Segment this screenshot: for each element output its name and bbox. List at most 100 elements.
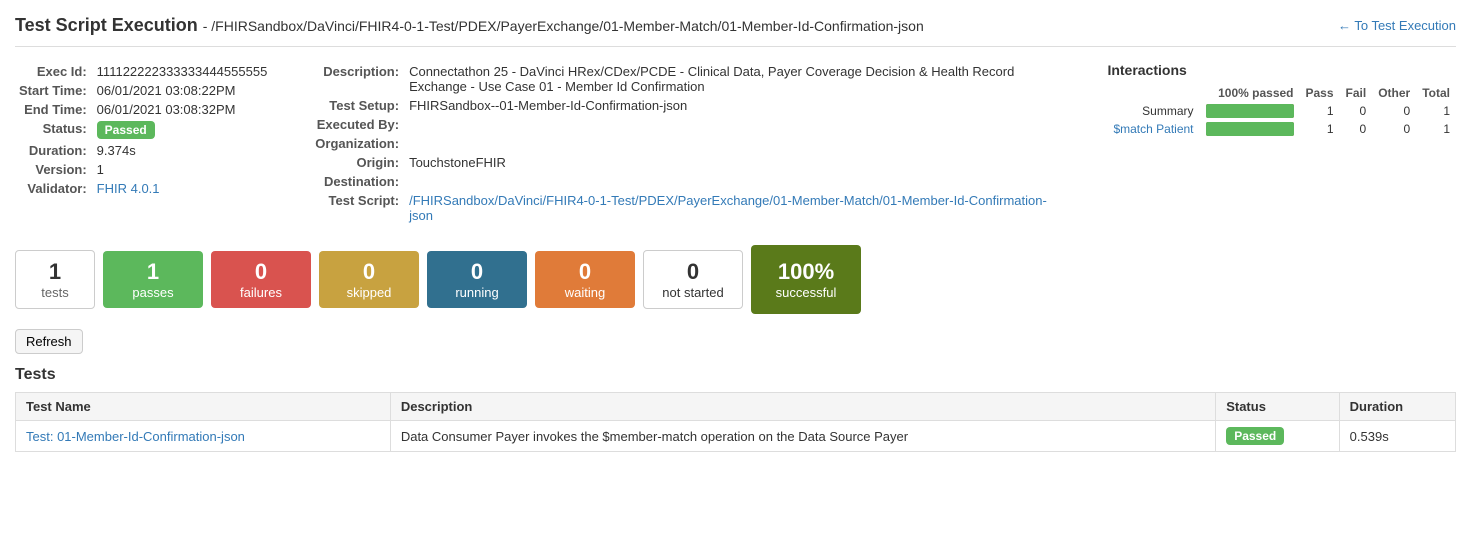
duration-value: 9.374s xyxy=(91,141,272,160)
version-value: 1 xyxy=(91,160,272,179)
to-test-execution-link[interactable]: To Test Execution xyxy=(1338,18,1456,33)
refresh-button[interactable]: Refresh xyxy=(15,329,83,354)
title-path: - /FHIRSandbox/DaVinci/FHIR4-0-1-Test/PD… xyxy=(203,18,924,34)
test-script-label: Test Script: xyxy=(311,191,403,225)
test-name-link[interactable]: Test: 01-Member-Id-Confirmation-json xyxy=(26,429,245,444)
tests-table: Test Name Description Status Duration Te… xyxy=(15,392,1456,452)
status-badge: Passed xyxy=(1226,427,1284,445)
stat-not-started-box: 0 not started xyxy=(643,250,743,309)
stat-passes-box: 1 passes xyxy=(103,251,203,308)
interactions-col-pass: Pass xyxy=(1300,84,1340,102)
col-duration: Duration xyxy=(1339,393,1455,421)
duration-row: Duration: 9.374s xyxy=(15,141,271,160)
stats-row: 1 tests 1 passes 0 failures 0 skipped 0 … xyxy=(15,245,1456,314)
test-setup-value: FHIRSandbox--01-Member-Id-Confirmation-j… xyxy=(403,96,1067,115)
origin-label: Origin: xyxy=(311,153,403,172)
skipped-number: 0 xyxy=(335,259,403,285)
status-row: Status: Passed xyxy=(15,119,271,141)
tests-header-row: Test Name Description Status Duration xyxy=(16,393,1456,421)
interactions-row-1: $match Patient1001 xyxy=(1107,120,1456,138)
meta-left: Exec Id: 111122222333333444555555 Start … xyxy=(15,62,271,225)
result-label: successful xyxy=(771,285,841,300)
interactions-fail: 0 xyxy=(1340,102,1373,120)
progress-bar-cell xyxy=(1200,102,1300,120)
test-duration-cell: 0.539s xyxy=(1339,421,1455,452)
stat-waiting-box: 0 waiting xyxy=(535,251,635,308)
status-value: Passed xyxy=(91,119,272,141)
end-time-row: End Time: 06/01/2021 03:08:32PM xyxy=(15,100,271,119)
validator-link[interactable]: FHIR 4.0.1 xyxy=(97,181,160,196)
interactions-col-total: Total xyxy=(1416,84,1456,102)
organization-row: Organization: xyxy=(311,134,1067,153)
interactions-table: 100% passed Pass Fail Other Total Summar… xyxy=(1107,84,1456,138)
exec-id-label: Exec Id: xyxy=(15,62,91,81)
validator-value: FHIR 4.0.1 xyxy=(91,179,272,198)
end-time-label: End Time: xyxy=(15,100,91,119)
tests-label: tests xyxy=(32,285,78,300)
patient-link[interactable]: Patient xyxy=(1156,122,1193,136)
passes-number: 1 xyxy=(119,259,187,285)
running-number: 0 xyxy=(443,259,511,285)
waiting-number: 0 xyxy=(551,259,619,285)
meta-center: Description: Connectathon 25 - DaVinci H… xyxy=(311,62,1067,225)
destination-value xyxy=(403,172,1067,191)
interactions-col-other: Other xyxy=(1372,84,1416,102)
origin-row: Origin: TouchstoneFHIR xyxy=(311,153,1067,172)
executed-by-row: Executed By: xyxy=(311,115,1067,134)
interactions-col-label xyxy=(1107,84,1199,102)
smatch-link[interactable]: $match xyxy=(1113,122,1152,136)
validator-row: Validator: FHIR 4.0.1 xyxy=(15,179,271,198)
interactions-row-0: Summary1001 xyxy=(1107,102,1456,120)
interactions-total: 1 xyxy=(1416,120,1456,138)
description-row: Description: Connectathon 25 - DaVinci H… xyxy=(311,62,1067,96)
interactions-other: 0 xyxy=(1372,120,1416,138)
page-title-text: Test Script Execution - /FHIRSandbox/DaV… xyxy=(15,15,924,35)
failures-label: failures xyxy=(227,285,295,300)
tests-section: Tests Test Name Description Status Durat… xyxy=(15,366,1456,452)
organization-value xyxy=(403,134,1067,153)
col-test-name: Test Name xyxy=(16,393,391,421)
interactions-pass: 1 xyxy=(1300,120,1340,138)
version-row: Version: 1 xyxy=(15,160,271,179)
passes-label: passes xyxy=(119,285,187,300)
not-started-number: 0 xyxy=(660,259,726,285)
start-time-label: Start Time: xyxy=(15,81,91,100)
validator-label: Validator: xyxy=(15,179,91,198)
interactions-row-label: Summary xyxy=(1107,102,1199,120)
test-description-cell: Data Consumer Payer invokes the $member-… xyxy=(390,421,1215,452)
page-title: Test Script Execution - /FHIRSandbox/DaV… xyxy=(15,15,924,36)
interactions-total: 1 xyxy=(1416,102,1456,120)
end-time-value: 06/01/2021 03:08:32PM xyxy=(91,100,272,119)
interactions-col-pct: 100% passed xyxy=(1200,84,1300,102)
interactions-col-fail: Fail xyxy=(1340,84,1373,102)
stat-failures-box: 0 failures xyxy=(211,251,311,308)
stat-tests-box: 1 tests xyxy=(15,250,95,309)
meta-right-interactions: Interactions 100% passed Pass Fail Other… xyxy=(1107,62,1456,225)
interactions-pass: 1 xyxy=(1300,102,1340,120)
description-label: Description: xyxy=(311,62,403,96)
stat-skipped-box: 0 skipped xyxy=(319,251,419,308)
exec-id-row: Exec Id: 111122222333333444555555 xyxy=(15,62,271,81)
duration-label: Duration: xyxy=(15,141,91,160)
interactions-fail: 0 xyxy=(1340,120,1373,138)
executed-by-label: Executed By: xyxy=(311,115,403,134)
stat-result-box: 100% successful xyxy=(751,245,861,314)
meta-section: Exec Id: 111122222333333444555555 Start … xyxy=(15,62,1456,225)
progress-bar-cell xyxy=(1200,120,1300,138)
tests-number: 1 xyxy=(32,259,78,285)
start-time-value: 06/01/2021 03:08:22PM xyxy=(91,81,272,100)
start-time-row: Start Time: 06/01/2021 03:08:22PM xyxy=(15,81,271,100)
test-script-link[interactable]: /FHIRSandbox/DaVinci/FHIR4-0-1-Test/PDEX… xyxy=(409,193,1047,223)
test-setup-row: Test Setup: FHIRSandbox--01-Member-Id-Co… xyxy=(311,96,1067,115)
status-label: Status: xyxy=(15,119,91,141)
status-badge: Passed xyxy=(97,121,155,139)
destination-label: Destination: xyxy=(311,172,403,191)
col-description: Description xyxy=(390,393,1215,421)
test-setup-label: Test Setup: xyxy=(311,96,403,115)
description-value: Connectathon 25 - DaVinci HRex/CDex/PCDE… xyxy=(403,62,1067,96)
interactions-title: Interactions xyxy=(1107,62,1456,78)
running-label: running xyxy=(443,285,511,300)
interactions-other: 0 xyxy=(1372,102,1416,120)
failures-number: 0 xyxy=(227,259,295,285)
skipped-label: skipped xyxy=(335,285,403,300)
